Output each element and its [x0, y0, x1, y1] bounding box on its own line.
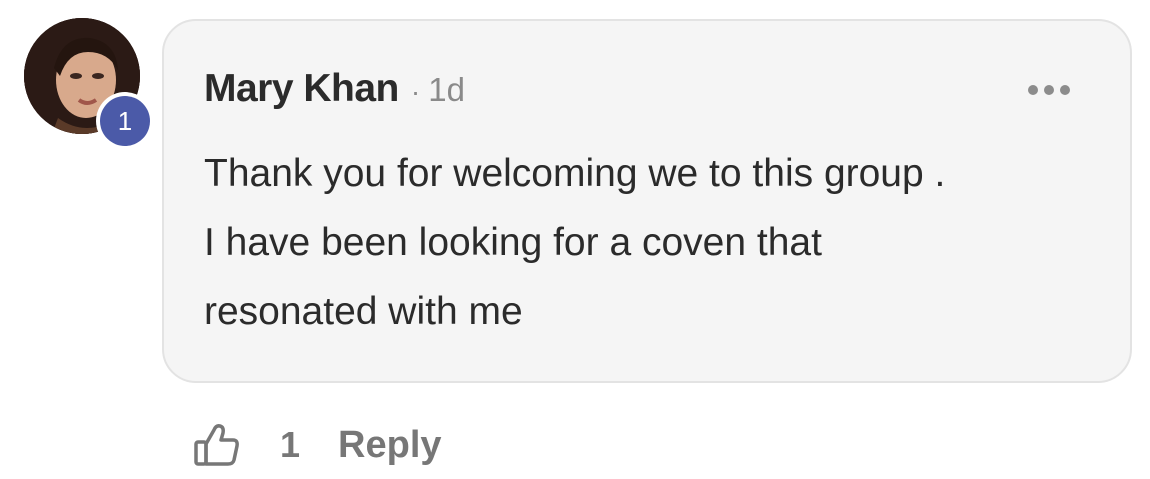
avatar-container[interactable]: 1: [24, 18, 154, 150]
ellipsis-icon[interactable]: [1028, 85, 1070, 95]
author-name[interactable]: Mary Khan: [204, 67, 399, 111]
comment-line: Thank you for welcoming we to this group…: [204, 152, 946, 195]
thumbs-up-outline-icon: [194, 424, 239, 466]
like-count[interactable]: 1: [280, 424, 300, 466]
ellipsis-dot: [1028, 85, 1038, 95]
ellipsis-dot: [1044, 85, 1054, 95]
comment-page: 1 Mary Khan · 1d Thank you for welcoming…: [0, 0, 1150, 479]
reply-button[interactable]: Reply: [338, 424, 441, 467]
ellipsis-dot: [1060, 85, 1070, 95]
comment-actions: 1 Reply: [192, 417, 442, 473]
thumbs-up-icon[interactable]: [192, 420, 242, 470]
comment-header: Mary Khan · 1d: [204, 67, 465, 111]
badge-count: 1: [100, 96, 150, 146]
comment-line: I have been looking for a coven that: [204, 221, 822, 264]
timestamp[interactable]: 1d: [428, 71, 465, 109]
comment-line: resonated with me: [204, 290, 523, 333]
comment-bubble: Mary Khan · 1d Thank you for welcoming w…: [162, 19, 1132, 383]
notification-badge: 1: [96, 92, 154, 150]
separator-dot: ·: [410, 76, 421, 107]
comment-body: Thank you for welcoming we to this group…: [204, 139, 1104, 346]
